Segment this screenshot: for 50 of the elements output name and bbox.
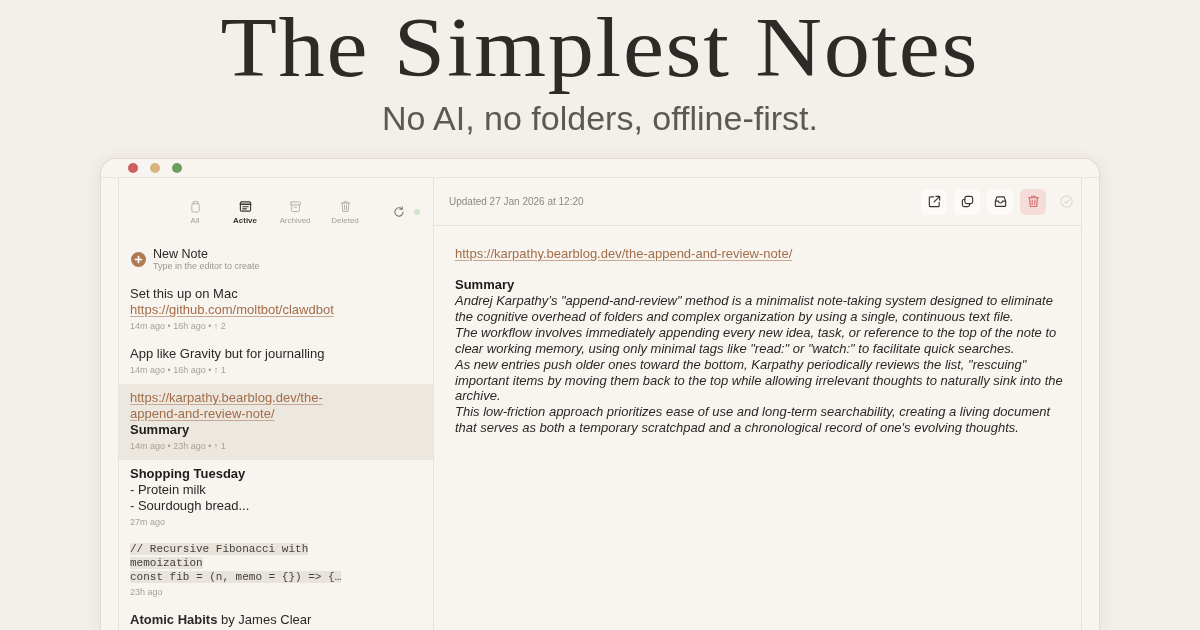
note-list-item[interactable]: https://karpathy.bearblog.dev/the-append-and-review-note/ Summary 14m ago • 23h ago • ↑ 1 [119,384,433,460]
note-list-item[interactable]: Shopping Tuesday - Protein milk - Sourdough bread... 27m ago [119,460,433,536]
note-meta: 23h ago [130,586,164,599]
note-text: Atomic Habits by James Clear [130,612,313,628]
note-text: Set this up on Mac [130,286,239,302]
headline: The Simplest Notes [220,1,980,95]
open-external-button[interactable] [921,188,947,215]
note-text: - Sourdough bread... [130,498,251,514]
maximize-window-icon[interactable] [172,163,182,173]
note-paragraph: This low-friction approach prioritizes ease of use and long-term searchability, creating a living document that serves as both a temporary scratchpad and a chronological record of one's evolving thoughts. [455,404,1052,437]
note-link[interactable]: https://karpathy.bearblog.dev/the-append-and-review-note/ [455,246,793,262]
note-paragraph: As new entries push older ones toward the bottom, Karpathy periodically reviews the list, "rescuing" important items by moving them back to the top while allowing irrelevant thoughts to naturally sink into the archive. [455,356,1064,405]
refresh-icon[interactable] [393,206,405,218]
note-heading: Summary [455,277,515,293]
note-meta: 14m ago • 16h ago • ↑ 2 [130,320,227,333]
note-meta: 27m ago [130,516,167,529]
note-link[interactable]: https://github.com/moltbot/clawdbot [130,302,345,318]
list-window-icon [238,200,252,213]
note-list-item[interactable]: Set this up on Mac https://github.com/moltbot/clawdbot 14m ago • 16h ago • ↑ 2 [119,280,433,340]
note-list-item[interactable]: // Recursive Fibonacci with memoization const fib = (n, memo = {}) => {… 23h ago [119,536,433,606]
check-circle-icon [1058,194,1074,209]
minimize-window-icon[interactable] [150,163,160,173]
note-text: - Protein milk [130,482,207,498]
plus-circle-icon[interactable] [131,252,146,267]
filter-tab[interactable]: Active [220,200,270,226]
trash-icon [338,200,352,213]
note-paragraph: Andrej Karpathy’s "append-and-review" method is a minimalist note-taking system designed to eliminate the cognitive overhead of folders and complex organization by using a single, continuous text file. [455,293,1054,325]
note-list-item[interactable]: App like Gravity but for journalling 14m ago • 16h ago • ↑ 1 [119,340,433,384]
note-text: App like Gravity but for journalling [130,346,326,362]
trash-icon [1025,194,1041,209]
delete-button[interactable] [1020,188,1046,215]
updated-timestamp: Updated 27 Jan 2026 at 12:20 [449,195,584,209]
archive-button[interactable] [987,188,1013,215]
note-paragraph: The workflow involves immediately appending every new idea, task, or reference to the top of the note to clear working memory, using only minimal tags like "read:" or "watch:" to facilitate quick searches. [455,324,1058,357]
note-list-item[interactable]: Atomic Habits by James Clear [119,606,433,630]
jar-icon [188,200,202,213]
note-heading: Summary [130,422,191,438]
archive-box-icon [288,200,302,213]
new-note-hint: Type in the editor to create [153,261,260,272]
note-link[interactable]: https://karpathy.bearblog.dev/the-append-and-review-note/ [130,390,345,422]
tagline: No AI, no folders, offline-first. [382,101,818,135]
new-note-label[interactable]: New Note [153,247,260,261]
close-window-icon[interactable] [128,163,138,173]
duplicate-button[interactable] [954,188,980,215]
note-meta: 14m ago • 16h ago • ↑ 1 [130,364,227,377]
inbox-tray-icon [992,194,1008,209]
note-meta: 14m ago • 23h ago • ↑ 1 [130,440,227,453]
copy-icon [959,194,975,209]
note-heading: Shopping Tuesday [130,466,247,482]
external-link-icon [926,194,942,209]
